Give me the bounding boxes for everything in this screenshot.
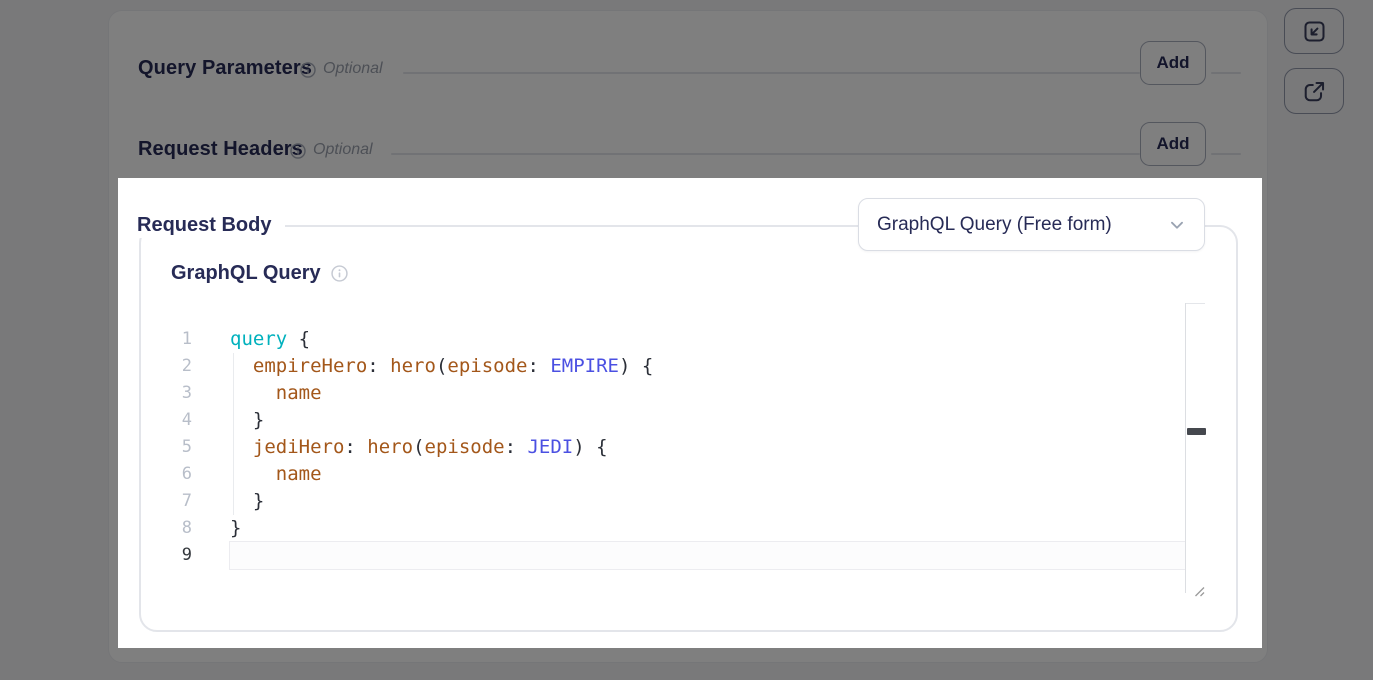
- line-number: 2: [118, 353, 192, 380]
- code-text: }: [230, 407, 1185, 434]
- request-body-title: Request Body: [130, 212, 285, 238]
- code-text: query {: [230, 326, 1185, 353]
- graphql-query-info-icon[interactable]: [331, 265, 348, 282]
- graphql-code-editor[interactable]: 1query {2 empireHero: hero(episode: EMPI…: [118, 326, 1185, 569]
- editor-scrollbar-track[interactable]: [1185, 303, 1186, 593]
- indent-guide: [233, 353, 234, 515]
- code-line[interactable]: 9: [118, 542, 1185, 569]
- line-number: 3: [118, 380, 192, 407]
- chevron-down-icon: [1166, 214, 1188, 236]
- line-number: 8: [118, 515, 192, 542]
- code-text: }: [230, 515, 1185, 542]
- editor-scrollbar-thumb[interactable]: [1187, 428, 1206, 435]
- code-text: [230, 542, 1185, 569]
- graphql-query-label: GraphQL Query: [171, 262, 321, 285]
- code-line[interactable]: 1 query {: [118, 326, 1185, 353]
- code-line[interactable]: 2 empireHero: hero(episode: EMPIRE) {: [118, 353, 1185, 380]
- body-type-select[interactable]: GraphQL Query (Free form): [858, 198, 1205, 251]
- code-text: name: [230, 461, 1185, 488]
- code-line[interactable]: 5 jediHero: hero(episode: JEDI) {: [118, 434, 1185, 461]
- code-lines: 1query {2 empireHero: hero(episode: EMPI…: [118, 326, 1185, 569]
- code-line[interactable]: 8}: [118, 515, 1185, 542]
- editor-scrollbar-track-top: [1185, 303, 1205, 304]
- code-line[interactable]: 3 name: [118, 380, 1185, 407]
- line-number: 9: [118, 542, 192, 569]
- line-number: 5: [118, 434, 192, 461]
- request-body-section: Request Body GraphQL Query (Free form) G…: [118, 178, 1262, 648]
- code-line[interactable]: 7 }: [118, 488, 1185, 515]
- line-number: 7: [118, 488, 192, 515]
- code-text: empireHero: hero(episode: EMPIRE) {: [230, 353, 1185, 380]
- line-number: 6: [118, 461, 192, 488]
- body-type-select-value: GraphQL Query (Free form): [877, 214, 1112, 236]
- textarea-resize-handle[interactable]: [1190, 582, 1206, 598]
- code-line[interactable]: 4 }: [118, 407, 1185, 434]
- line-number: 4: [118, 407, 192, 434]
- line-number: 1: [118, 326, 192, 353]
- code-text: }: [230, 488, 1185, 515]
- code-text: name: [230, 380, 1185, 407]
- code-text: jediHero: hero(episode: JEDI) {: [230, 434, 1185, 461]
- code-line[interactable]: 6 name: [118, 461, 1185, 488]
